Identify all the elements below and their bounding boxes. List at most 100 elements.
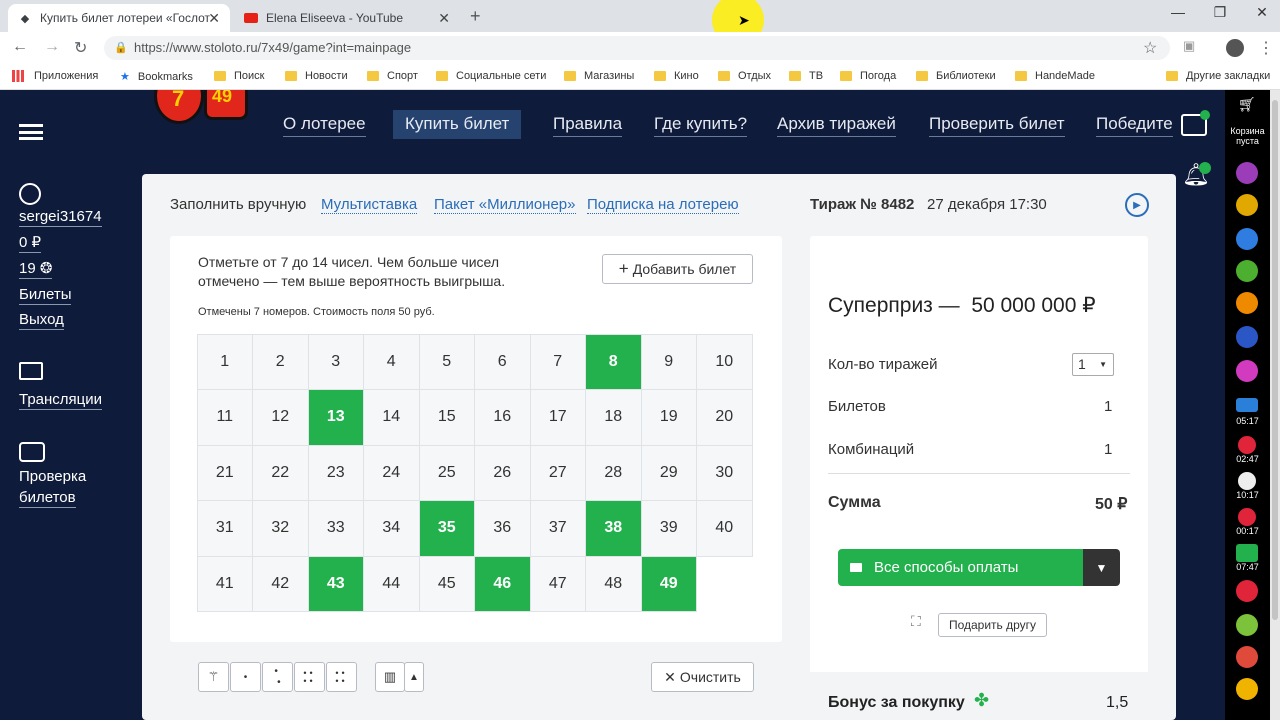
lottery-icon[interactable] [1236,544,1258,562]
number-cell-44[interactable]: 44 [363,555,420,612]
hamburger-icon[interactable] [19,124,43,140]
number-cell-5[interactable]: 5 [418,333,475,390]
number-cell-39[interactable]: 39 [640,500,697,557]
number-cell-3[interactable]: 3 [307,333,364,390]
check-tickets-link-1[interactable]: Проверка [19,468,86,486]
lottery-icon[interactable] [1236,194,1258,216]
reload-icon[interactable]: ↻ [74,38,87,58]
menu-about[interactable]: О лотерее [283,114,366,137]
bookmark-star-icon[interactable]: ☆ [1143,38,1157,58]
number-cell-16[interactable]: 16 [474,389,531,446]
tab-stoloto[interactable]: ◆ Купить билет лотереи «Гослото ✕ [8,4,230,32]
tab-youtube[interactable]: Elena Eliseeva - YouTube ✕ [234,4,460,32]
number-cell-1[interactable]: 1 [196,333,253,390]
number-cell-41[interactable]: 41 [196,555,253,612]
minimize-button[interactable]: — [1164,4,1192,20]
menu-win[interactable]: Победите [1096,114,1173,137]
lottery-icon[interactable] [1236,260,1258,282]
dice-4b-button[interactable]: •• •• [326,662,357,692]
broadcasts-link[interactable]: Трансляции [19,391,103,410]
number-cell-37[interactable]: 37 [529,500,586,557]
number-cell-33[interactable]: 33 [307,500,364,557]
tab-millionaire-pack[interactable]: Пакет «Миллионер» [434,196,576,214]
pay-button[interactable]: Все способы оплаты [838,549,1084,586]
number-cell-24[interactable]: 24 [363,444,420,501]
bonus-link[interactable]: 19 ❂ [19,260,53,279]
dice-2-button[interactable]: • • [262,662,293,692]
number-cell-28[interactable]: 28 [585,444,642,501]
back-icon[interactable]: ← [12,38,28,56]
cart-icon[interactable]: 🛒︎ [1238,96,1256,113]
tickets-link[interactable]: Билеты [19,286,72,305]
number-cell-46[interactable]: 46 [474,555,531,612]
bookmark-folder[interactable]: Погода [840,70,896,82]
add-ticket-button[interactable]: + Добавить билет [602,254,753,284]
chrome-menu-icon[interactable]: ⋮ [1258,38,1274,58]
number-cell-14[interactable]: 14 [363,389,420,446]
number-cell-43[interactable]: 43 [307,555,364,612]
gift-friend-button[interactable]: Подарить другу [938,613,1047,637]
scrollbar-thumb[interactable] [1272,100,1278,620]
number-cell-38[interactable]: 38 [585,500,642,557]
number-cell-49[interactable]: 49 [640,555,697,612]
pay-dropdown-button[interactable]: ▼ [1083,549,1120,586]
number-cell-17[interactable]: 17 [529,389,586,446]
draws-count-select[interactable]: 1 ▼ [1072,353,1114,376]
number-cell-21[interactable]: 21 [196,444,253,501]
number-cell-45[interactable]: 45 [418,555,475,612]
number-cell-22[interactable]: 22 [252,444,309,501]
bookmark-bookmarks[interactable]: ★ Bookmarks [120,70,193,84]
number-cell-23[interactable]: 23 [307,444,364,501]
bookmark-folder[interactable]: ТВ [789,70,823,82]
number-cell-7[interactable]: 7 [529,333,586,390]
balance-link[interactable]: 0 ₽ [19,234,42,253]
username-link[interactable]: sergei31674 [19,208,102,227]
bookmark-folder[interactable]: Спорт [367,70,418,82]
number-cell-11[interactable]: 11 [196,389,253,446]
dice-1-button[interactable]: • [230,662,261,692]
number-cell-32[interactable]: 32 [252,500,309,557]
play-icon[interactable]: ▶ [1125,193,1149,217]
stats-button[interactable]: ▥ [375,662,405,692]
number-cell-4[interactable]: 4 [363,333,420,390]
number-cell-8[interactable]: 8 [585,333,642,390]
close-tab-icon[interactable]: ✕ [438,10,450,27]
lottery-icon[interactable] [1238,508,1256,526]
number-cell-18[interactable]: 18 [585,389,642,446]
bookmark-folder[interactable]: Социальные сети [436,70,546,82]
dice-4-button[interactable]: •• •• [294,662,325,692]
stats-dropdown-button[interactable]: ▲ [404,662,424,692]
lottery-icon[interactable] [1236,360,1258,382]
bookmark-folder[interactable]: Кино [654,70,699,82]
number-cell-26[interactable]: 26 [474,444,531,501]
number-cell-47[interactable]: 47 [529,555,586,612]
lottery-icon[interactable] [1236,580,1258,602]
number-cell-20[interactable]: 20 [696,389,753,446]
bookmark-folder[interactable]: Магазины [564,70,634,82]
number-cell-31[interactable]: 31 [196,500,253,557]
bookmark-folder[interactable]: Новости [285,70,348,82]
pdf-extension-icon[interactable]: ▣ [1183,38,1195,54]
number-cell-13[interactable]: 13 [307,389,364,446]
number-cell-35[interactable]: 35 [418,500,475,557]
forward-icon[interactable]: → [44,38,60,56]
bookmark-folder[interactable]: Поиск [214,70,264,82]
lottery-icon[interactable] [1236,326,1258,348]
maximize-button[interactable]: ❐ [1206,4,1234,21]
tab-subscription[interactable]: Подписка на лотерею [587,196,739,214]
menu-where-buy[interactable]: Где купить? [654,114,748,137]
menu-check-ticket[interactable]: Проверить билет [929,114,1065,137]
close-window-button[interactable]: ✕ [1248,4,1276,21]
number-cell-36[interactable]: 36 [474,500,531,557]
bookmark-folder[interactable]: Отдых [718,70,771,82]
menu-archive[interactable]: Архив тиражей [777,114,896,137]
bookmark-folder[interactable]: HandeMade [1015,70,1095,82]
number-cell-42[interactable]: 42 [252,555,309,612]
url-field[interactable]: 🔒 https://www.stoloto.ru/7x49/game?int=m… [104,36,1170,60]
close-tab-icon[interactable]: ✕ [208,10,220,27]
number-cell-29[interactable]: 29 [640,444,697,501]
menu-buy-ticket[interactable]: Купить билет [393,110,522,139]
number-cell-25[interactable]: 25 [418,444,475,501]
tab-multibet[interactable]: Мультиставка [321,196,418,214]
number-cell-40[interactable]: 40 [696,500,753,557]
